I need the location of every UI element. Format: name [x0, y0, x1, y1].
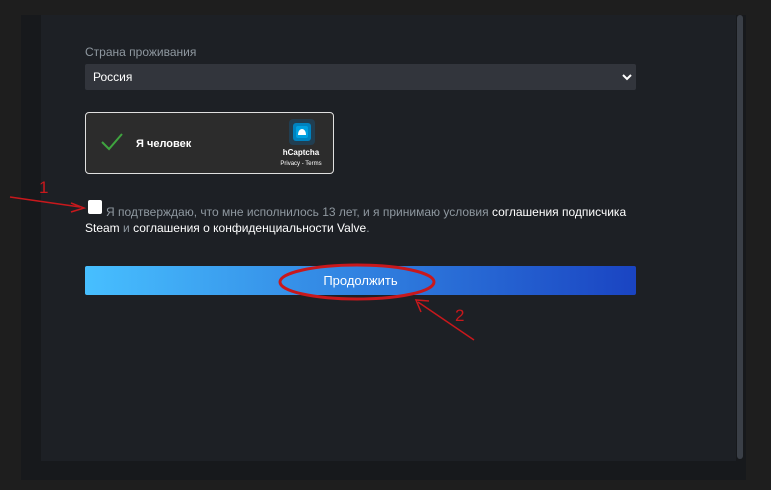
agreement-conjunction: и	[123, 221, 130, 235]
chevron-down-icon	[622, 64, 632, 100]
hcaptcha-brand: hCaptcha	[282, 148, 320, 157]
country-select-value: Россия	[93, 70, 133, 84]
agreement-prefix: Я подтверждаю, что мне исполнилось 13 ле…	[106, 205, 489, 219]
scrollbar-thumb[interactable]	[737, 15, 743, 459]
continue-button[interactable]: Продолжить	[85, 266, 636, 295]
annotation-marker-1: 1	[39, 178, 49, 197]
hcaptcha-privacy-terms[interactable]: Privacy - Terms	[271, 161, 331, 167]
captcha-label: Я человек	[136, 138, 192, 150]
agreement-text: Я подтверждаю, что мне исполнилось 13 ле…	[85, 204, 630, 236]
annotation-marker-2: 2	[455, 306, 465, 325]
agreement-suffix: .	[366, 221, 370, 235]
privacy-agreement-link[interactable]: соглашения о конфиденциальности Valve	[133, 221, 366, 235]
checkmark-icon	[100, 131, 124, 158]
country-select[interactable]: Россия	[85, 64, 636, 90]
hcaptcha-logo-icon	[289, 119, 315, 150]
country-label: Страна проживания	[85, 45, 197, 59]
hcaptcha-widget[interactable]: Я человек hCaptcha Privacy - Terms	[85, 112, 334, 174]
